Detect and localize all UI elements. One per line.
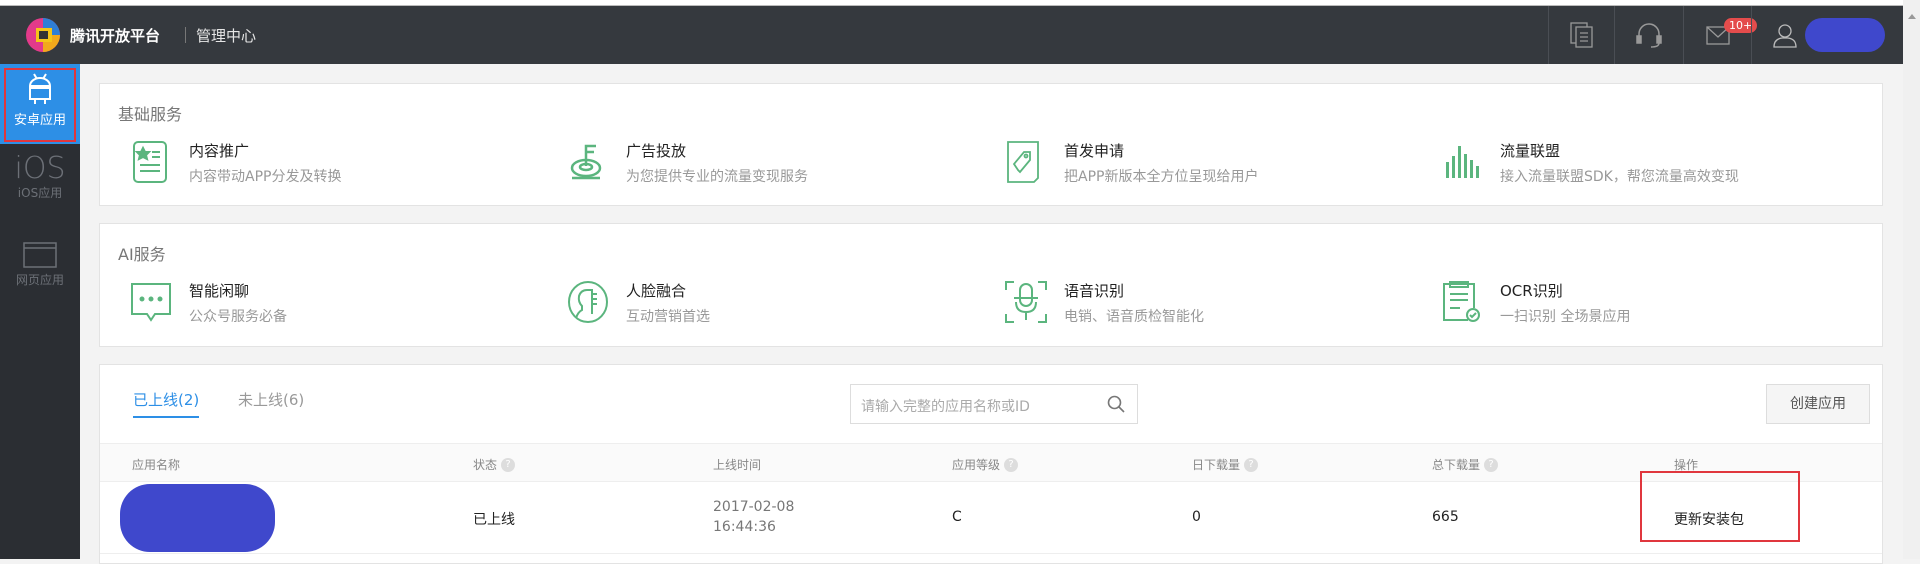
basic-services-card: 基础服务 内容推广 内容带动APP分发及转换 广告投放 为您提供专业的流量变现服… xyxy=(99,83,1883,206)
page-title: 管理中心 xyxy=(196,27,257,45)
docs-button[interactable] xyxy=(1548,6,1614,64)
level-cell: C xyxy=(952,509,962,525)
total-downloads-cell: 665 xyxy=(1432,509,1459,525)
service-desc: 电销、语音质检智能化 xyxy=(1064,309,1204,325)
section-title: 基础服务 xyxy=(118,105,183,124)
search-placeholder: 请输入完整的应用名称或ID xyxy=(861,399,1030,415)
redacted-username xyxy=(1805,18,1885,52)
table-row: 已上线 2017-02-08 16:44:36 C 0 665 更新安装包 xyxy=(100,482,1882,554)
top-header: 腾讯开放平台 管理中心 10+ xyxy=(0,6,1903,64)
table-header: 应用名称 状态? 上线时间 应用等级? 日下载量? 总下载量? 操作 xyxy=(100,443,1882,482)
sidebar-item-ios[interactable]: iOS iOS应用 xyxy=(0,154,80,201)
user-icon xyxy=(1773,24,1797,48)
service-name: 内容推广 xyxy=(189,142,250,160)
col-app-level: 应用等级? xyxy=(952,456,1019,473)
ocr-document-icon xyxy=(1443,281,1480,322)
service-name: 广告投放 xyxy=(626,142,687,160)
sidebar-item-web[interactable]: 网页应用 xyxy=(0,242,80,288)
sidebar: 安卓应用 iOS iOS应用 网页应用 xyxy=(0,64,80,559)
highlight-box xyxy=(1640,471,1800,542)
service-content-promotion[interactable]: 内容推广 内容带动APP分发及转换 xyxy=(129,140,549,190)
service-desc: 公众号服务必备 xyxy=(189,309,287,325)
help-icon[interactable]: ? xyxy=(501,457,516,472)
service-name: 语音识别 xyxy=(1064,282,1125,300)
ad-target-icon xyxy=(570,144,602,180)
col-online-time: 上线时间 xyxy=(713,458,762,472)
time-cell: 16:44:36 xyxy=(713,519,776,535)
service-first-release[interactable]: 首发申请 把APP新版本全方位呈现给用户 xyxy=(1004,140,1424,190)
section-title: AI服务 xyxy=(118,245,166,264)
brand-name[interactable]: 腾讯开放平台 xyxy=(70,25,160,46)
service-face-fusion[interactable]: 人脸融合 互动营销首选 xyxy=(566,280,986,330)
service-name: 首发申请 xyxy=(1064,142,1125,160)
user-menu[interactable] xyxy=(1751,6,1903,64)
service-smart-chat[interactable]: 智能闲聊 公众号服务必备 xyxy=(129,280,549,330)
service-name: 流量联盟 xyxy=(1500,142,1561,160)
service-desc: 互动营销首选 xyxy=(626,309,710,325)
chat-bubble-icon xyxy=(131,283,171,322)
service-ad-delivery[interactable]: 广告投放 为您提供专业的流量变现服务 xyxy=(566,140,986,190)
redacted-app-name[interactable] xyxy=(120,484,275,552)
microphone-scan-icon xyxy=(1005,281,1047,323)
col-daily-downloads: 日下载量? xyxy=(1192,456,1259,473)
help-icon[interactable]: ? xyxy=(1004,457,1019,472)
divider xyxy=(185,27,186,43)
create-app-button[interactable]: 创建应用 xyxy=(1766,384,1870,424)
col-total-downloads: 总下载量? xyxy=(1432,456,1499,473)
app-search-input[interactable]: 请输入完整的应用名称或ID xyxy=(850,384,1138,424)
service-name: 智能闲聊 xyxy=(189,282,250,300)
bar-chart-icon xyxy=(1446,146,1479,178)
date-cell: 2017-02-08 xyxy=(713,499,795,515)
sidebar-item-label: iOS应用 xyxy=(17,186,63,200)
apps-card: 已上线(2) 未上线(6) 请输入完整的应用名称或ID 创建应用 应用名称 状态… xyxy=(99,364,1883,564)
help-icon[interactable]: ? xyxy=(1244,457,1259,472)
messages-button[interactable]: 10+ xyxy=(1683,6,1758,64)
daily-downloads-cell: 0 xyxy=(1192,509,1201,525)
ai-services-card: AI服务 智能闲聊 公众号服务必备 人脸融合 互动营销首选 语音识别 电销、语音… xyxy=(99,223,1883,347)
support-button[interactable] xyxy=(1614,6,1683,64)
service-desc: 为您提供专业的流量变现服务 xyxy=(626,169,808,185)
document-icon xyxy=(1569,22,1593,48)
tencent-logo[interactable] xyxy=(24,16,62,54)
service-name: 人脸融合 xyxy=(626,282,687,300)
headset-icon xyxy=(1636,23,1662,48)
tag-doc-icon xyxy=(1007,141,1039,183)
page-scrollbar[interactable] xyxy=(1903,0,1920,559)
ios-icon: iOS xyxy=(14,151,66,186)
service-desc: 接入流量联盟SDK，帮您流量高效变现 xyxy=(1500,169,1739,185)
service-desc: 内容带动APP分发及转换 xyxy=(189,169,342,185)
browser-window-icon xyxy=(23,242,57,268)
scroll-up-icon[interactable] xyxy=(1907,14,1916,19)
help-icon[interactable]: ? xyxy=(1484,457,1499,472)
service-traffic-alliance[interactable]: 流量联盟 接入流量联盟SDK，帮您流量高效变现 xyxy=(1440,140,1860,190)
search-icon[interactable] xyxy=(1107,395,1125,413)
face-icon xyxy=(568,281,608,323)
col-status: 状态? xyxy=(473,456,516,473)
content-list-icon xyxy=(133,141,167,183)
service-ocr[interactable]: OCR识别 一扫识别 全场景应用 xyxy=(1440,280,1860,330)
tab-online[interactable]: 已上线(2) xyxy=(133,389,200,418)
tab-offline[interactable]: 未上线(6) xyxy=(238,389,304,410)
service-desc: 一扫识别 全场景应用 xyxy=(1500,309,1631,325)
service-speech-recognition[interactable]: 语音识别 电销、语音质检智能化 xyxy=(1004,280,1424,330)
status-cell: 已上线 xyxy=(473,512,515,528)
service-name: OCR识别 xyxy=(1500,282,1563,300)
col-app-name: 应用名称 xyxy=(132,458,181,472)
highlight-box xyxy=(4,68,76,142)
sidebar-item-label: 网页应用 xyxy=(15,273,64,287)
service-desc: 把APP新版本全方位呈现给用户 xyxy=(1064,169,1259,185)
